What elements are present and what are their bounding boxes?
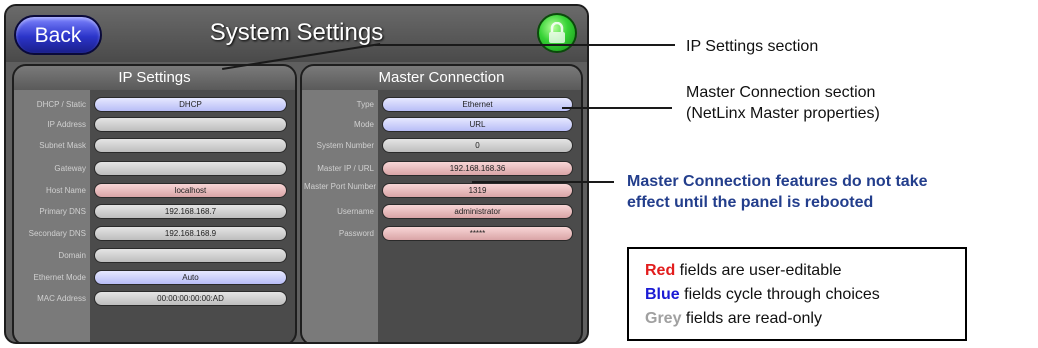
- mode-row: Mode URL: [302, 116, 581, 134]
- master-port-number-row: Master Port Number 1319: [302, 182, 581, 200]
- field-label: Master IP / URL: [317, 164, 374, 173]
- field-label: Primary DNS: [39, 207, 86, 216]
- legend-blue-row: Blue fields cycle through choices: [645, 283, 965, 307]
- primary-dns-field: 192.168.168.7: [94, 204, 287, 219]
- mode-field[interactable]: URL: [382, 117, 573, 132]
- field-label: Domain: [58, 251, 86, 260]
- reboot-callout-line: [472, 181, 614, 183]
- legend-grey-row: Grey fields are read-only: [645, 307, 965, 331]
- field-label: IP Address: [47, 120, 86, 129]
- ip-address-field: [94, 117, 287, 132]
- dhcp-static-field[interactable]: DHCP: [94, 97, 287, 112]
- domain-field: [94, 248, 287, 263]
- legend-red-word: Red: [645, 262, 676, 279]
- master-connection-title: Master Connection: [302, 66, 581, 90]
- legend-grey-word: Grey: [645, 310, 682, 327]
- lock-button[interactable]: [537, 13, 577, 53]
- master-callout-line: [562, 107, 672, 109]
- master-port-number-field[interactable]: 1319: [382, 183, 573, 198]
- field-label: System Number: [316, 141, 374, 150]
- gateway-row: Gateway: [14, 160, 295, 178]
- username-row: Username administrator: [302, 203, 581, 221]
- field-label: Password: [338, 229, 374, 238]
- host-name-field[interactable]: localhost: [94, 183, 287, 198]
- master-section-callout-line1: Master Connection section: [686, 84, 876, 101]
- system-settings-panel: Back System Settings IP Settings DHCP / …: [4, 4, 589, 344]
- reboot-note-line1: Master Connection features do not take: [627, 173, 928, 190]
- ethernet-mode-field[interactable]: Auto: [94, 270, 287, 285]
- mac-address-field: 00:00:00:00:00:AD: [94, 291, 287, 306]
- title-bar: Back System Settings: [6, 6, 587, 62]
- password-row: Password *****: [302, 225, 581, 243]
- gateway-field: [94, 161, 287, 176]
- secondary-dns-row: Secondary DNS 192.168.168.9: [14, 225, 295, 243]
- field-label: Mode: [353, 120, 374, 129]
- ip-section-callout: IP Settings section: [686, 38, 819, 55]
- field-label: Ethernet Mode: [33, 273, 86, 282]
- legend-blue-text: fields cycle through choices: [679, 286, 880, 303]
- ip-settings-title: IP Settings: [14, 66, 295, 90]
- color-legend: Red fields are user-editable Blue fields…: [627, 247, 967, 341]
- subnet-mask-field: [94, 138, 287, 153]
- ip-callout-line: [375, 44, 675, 46]
- field-label: Type: [356, 100, 374, 109]
- field-label: Master Port Number: [303, 182, 377, 191]
- lock-icon: [549, 22, 565, 43]
- field-label: Subnet Mask: [39, 141, 86, 150]
- system-number-field: 0: [382, 138, 573, 153]
- domain-row: Domain: [14, 247, 295, 265]
- master-connection-section: Master Connection Type Ethernet Mode URL…: [300, 64, 583, 342]
- dhcp-static-row: DHCP / Static DHCP: [14, 96, 295, 114]
- password-field[interactable]: *****: [382, 226, 573, 241]
- type-row: Type Ethernet: [302, 96, 581, 114]
- field-label: Secondary DNS: [28, 229, 86, 238]
- primary-dns-row: Primary DNS 192.168.168.7: [14, 203, 295, 221]
- host-name-row: Host Name localhost: [14, 182, 295, 200]
- legend-red-text: fields are user-editable: [675, 262, 842, 279]
- mac-address-row: MAC Address 00:00:00:00:00:AD: [14, 290, 295, 308]
- field-label: Host Name: [45, 186, 86, 195]
- page-title: System Settings: [209, 19, 384, 46]
- system-number-row: System Number 0: [302, 137, 581, 155]
- back-button[interactable]: Back: [14, 15, 102, 55]
- legend-blue-word: Blue: [645, 286, 680, 303]
- field-label: Username: [337, 207, 374, 216]
- ip-address-row: IP Address: [14, 116, 295, 134]
- legend-grey-text: fields are read-only: [681, 310, 822, 327]
- type-field[interactable]: Ethernet: [382, 97, 573, 112]
- username-field[interactable]: administrator: [382, 204, 573, 219]
- field-label: Gateway: [54, 164, 86, 173]
- secondary-dns-field: 192.168.168.9: [94, 226, 287, 241]
- master-ip-url-field[interactable]: 192.168.168.36: [382, 161, 573, 176]
- ip-settings-section: IP Settings DHCP / Static DHCP IP Addres…: [12, 64, 297, 342]
- master-section-callout-line2: (NetLinx Master properties): [686, 105, 880, 122]
- field-label: MAC Address: [37, 294, 86, 303]
- ethernet-mode-row: Ethernet Mode Auto: [14, 269, 295, 287]
- reboot-note-line2: effect until the panel is rebooted: [627, 194, 874, 211]
- subnet-mask-row: Subnet Mask: [14, 137, 295, 155]
- master-ip-url-row: Master IP / URL 192.168.168.36: [302, 160, 581, 178]
- legend-red-row: Red fields are user-editable: [645, 259, 965, 283]
- field-label: DHCP / Static: [36, 100, 86, 109]
